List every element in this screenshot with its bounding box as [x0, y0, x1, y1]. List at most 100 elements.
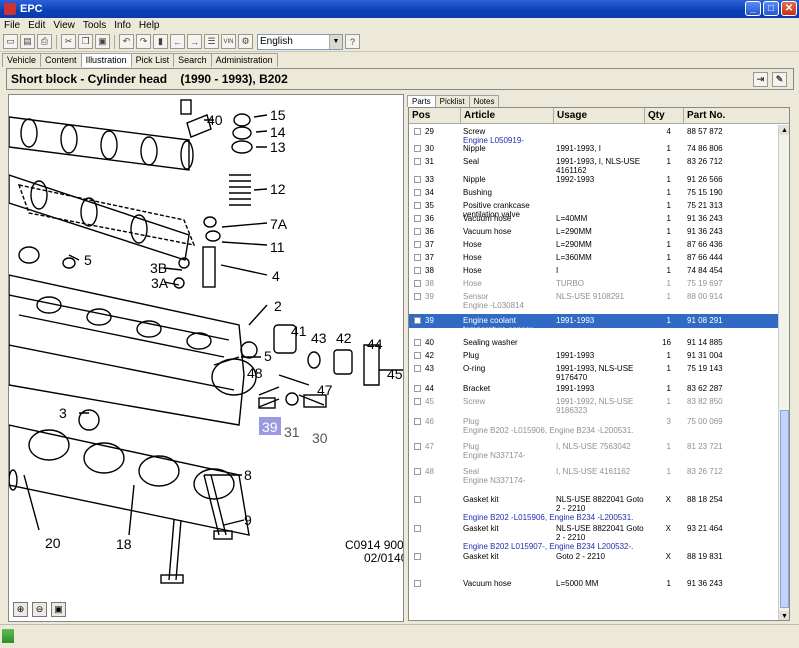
row-checkbox[interactable]	[414, 145, 421, 152]
row-checkbox[interactable]	[414, 525, 421, 532]
table-row[interactable]: 48 Seal I, NLS-USE 4161162 1 83 26 712 Engine…	[409, 465, 779, 487]
undo-icon[interactable]: ↶	[119, 34, 134, 49]
table-row[interactable]: 38 Hose I 1 74 84 454	[409, 264, 779, 278]
filter-icon[interactable]: ⚙	[238, 34, 253, 49]
table-row[interactable]: 30 Nipple 1991-1993, I 1 74 86 806	[409, 142, 779, 156]
back-arrow-icon[interactable]: ←	[170, 34, 185, 49]
tab-parts[interactable]: Parts	[407, 95, 436, 107]
table-row[interactable]: 36 Vacuum hose L=290MM 1 91 36 243	[409, 225, 779, 239]
row-checkbox[interactable]	[414, 280, 421, 287]
col-pos[interactable]: Pos	[409, 108, 461, 123]
list-icon[interactable]: ☰	[204, 34, 219, 49]
tab-pick-list[interactable]: Pick List	[130, 53, 175, 67]
table-row[interactable]: 39 Sensor NLS-USE 9108291 1 88 00 914 Engine …	[409, 290, 779, 312]
row-checkbox[interactable]	[414, 176, 421, 183]
tab-illustration[interactable]: Illustration	[80, 53, 132, 67]
table-row[interactable]: 34 Bushing 1 75 15 190	[409, 186, 779, 200]
scroll-up-icon[interactable]: ▲	[779, 125, 789, 135]
row-checkbox[interactable]	[414, 202, 421, 209]
export-icon[interactable]: ⇥	[753, 72, 768, 87]
col-part-no[interactable]: Part No.	[684, 108, 789, 123]
table-row[interactable]: 39 Engine coolant temperature sensor 1991-…	[409, 314, 779, 334]
forward-arrow-icon[interactable]: →	[187, 34, 202, 49]
open-icon[interactable]: ▤	[20, 34, 35, 49]
row-checkbox[interactable]	[414, 241, 421, 248]
vin-button[interactable]: VIN	[221, 34, 236, 49]
paste-icon[interactable]: ▣	[95, 34, 110, 49]
scroll-down-icon[interactable]: ▼	[779, 611, 789, 620]
table-row[interactable]: 42 Plug 1991-1993 1 91 31 004	[409, 349, 779, 363]
table-row[interactable]: 43 O-ring 1991-1993, NLS-USE 9176470 1 75 19…	[409, 362, 779, 382]
chevron-down-icon[interactable]: ▼	[329, 34, 342, 49]
tab-picklist[interactable]: Picklist	[434, 95, 470, 107]
minimize-button[interactable]: _	[745, 1, 761, 16]
table-row[interactable]: 46 Plug 3 75 00 069 Engine B202 -L015906, En…	[409, 415, 779, 437]
table-row[interactable]: 47 Plug I, NLS-USE 7563042 1 81 23 721 Engine…	[409, 440, 779, 462]
row-checkbox[interactable]	[414, 468, 421, 475]
row-checkbox[interactable]	[414, 443, 421, 450]
row-checkbox[interactable]	[414, 228, 421, 235]
row-checkbox[interactable]	[414, 254, 421, 261]
row-checkbox[interactable]	[414, 352, 421, 359]
zoom-out-icon[interactable]: ⊖	[32, 602, 47, 617]
menu-tools[interactable]: Tools	[81, 20, 112, 31]
edit-icon[interactable]: ✎	[772, 72, 787, 87]
callout-label-selected[interactable]: 39	[262, 419, 278, 435]
row-checkbox[interactable]	[414, 293, 421, 300]
cut-icon[interactable]: ✂	[61, 34, 76, 49]
table-row[interactable]: 45 Screw 1991-1992, NLS-USE 9186323 1 83 82 …	[409, 395, 779, 415]
scroll-thumb[interactable]	[780, 410, 789, 608]
menu-edit[interactable]: Edit	[26, 20, 51, 31]
table-row[interactable]: Gasket kit Goto 2 - 2210 X 88 19 831	[409, 550, 779, 564]
close-button[interactable]: ✕	[781, 1, 797, 16]
table-row[interactable]: 36 Vacuum hose L=40MM 1 91 36 243	[409, 212, 779, 226]
table-row[interactable]: 38 Hose TURBO 1 75 19 697	[409, 277, 779, 291]
col-usage[interactable]: Usage	[554, 108, 645, 123]
row-checkbox[interactable]	[414, 317, 421, 324]
row-checkbox[interactable]	[414, 158, 421, 165]
maximize-button[interactable]: □	[763, 1, 779, 16]
row-checkbox[interactable]	[414, 339, 421, 346]
tab-administration[interactable]: Administration	[210, 53, 278, 67]
table-row[interactable]: Gasket kit NLS-USE 8822041 Goto 2 - 2210 X…	[409, 522, 779, 551]
vertical-scrollbar[interactable]: ▲ ▼	[778, 125, 789, 620]
tab-search[interactable]: Search	[173, 53, 212, 67]
table-row[interactable]: 33 Nipple 1992-1993 1 91 26 566	[409, 173, 779, 187]
row-checkbox[interactable]	[414, 267, 421, 274]
row-checkbox[interactable]	[414, 215, 421, 222]
menu-view[interactable]: View	[51, 20, 81, 31]
table-row[interactable]: 44 Bracket 1991-1993 1 83 62 287	[409, 382, 779, 396]
table-row[interactable]: Gasket kit NLS-USE 8822041 Goto 2 - 2210 X…	[409, 493, 779, 522]
start-icon[interactable]	[2, 629, 14, 643]
table-row[interactable]: Vacuum hose L=5000 MM 1 91 36 243	[409, 577, 779, 591]
table-row[interactable]: 40 Sealing washer 16 91 14 885	[409, 336, 779, 350]
help-icon[interactable]: ?	[345, 34, 360, 49]
row-checkbox[interactable]	[414, 580, 421, 587]
row-checkbox[interactable]	[414, 385, 421, 392]
tab-content[interactable]: Content	[40, 53, 82, 67]
tab-notes[interactable]: Notes	[468, 95, 500, 107]
menu-help[interactable]: Help	[137, 20, 166, 31]
row-checkbox[interactable]	[414, 189, 421, 196]
row-checkbox[interactable]	[414, 398, 421, 405]
table-row[interactable]: 37 Hose L=360MM 1 87 66 444	[409, 251, 779, 265]
col-qty[interactable]: Qty	[645, 108, 684, 123]
col-article[interactable]: Article	[461, 108, 554, 123]
tab-vehicle[interactable]: Vehicle	[2, 53, 42, 67]
copy-icon[interactable]: ❐	[78, 34, 93, 49]
print-icon[interactable]: ⎙	[37, 34, 52, 49]
row-checkbox[interactable]	[414, 365, 421, 372]
zoom-in-icon[interactable]: ⊕	[13, 602, 28, 617]
table-row[interactable]: 35 Positive crankcase ventilation valve 1 7…	[409, 199, 779, 219]
menu-info[interactable]: Info	[112, 20, 137, 31]
menu-file[interactable]: File	[2, 20, 26, 31]
bookmark-icon[interactable]: ▮	[153, 34, 168, 49]
table-row[interactable]: 37 Hose L=290MM 1 87 66 436	[409, 238, 779, 252]
row-checkbox[interactable]	[414, 418, 421, 425]
row-checkbox[interactable]	[414, 553, 421, 560]
new-icon[interactable]: ▭	[3, 34, 18, 49]
fit-icon[interactable]: ▣	[51, 602, 66, 617]
row-checkbox[interactable]	[414, 128, 421, 135]
table-row[interactable]: 31 Seal 1991-1993, I, NLS-USE 4161162 1 83 2…	[409, 155, 779, 175]
redo-icon[interactable]: ↷	[136, 34, 151, 49]
